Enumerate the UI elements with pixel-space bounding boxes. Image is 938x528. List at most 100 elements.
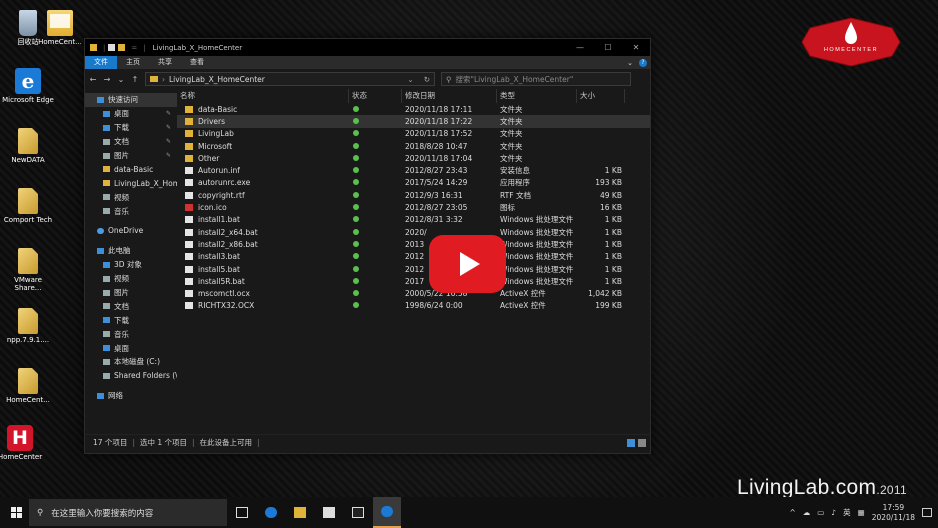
tab-share[interactable]: 共享 [149, 56, 181, 69]
volume-icon[interactable]: ♪ [831, 508, 836, 517]
nav-item-label: 桌面 [114, 343, 129, 353]
expand-ribbon-icon[interactable]: ⌄ [627, 59, 633, 67]
file-row[interactable]: data-Basic 2020/11/18 17:11 文件夹 [177, 103, 650, 115]
clock[interactable]: 17:59 2020/11/18 [872, 503, 915, 523]
refresh-icon[interactable]: ↻ [424, 75, 430, 84]
video-play-button[interactable] [429, 235, 506, 293]
file-row[interactable]: RICHTX32.OCX 1998/6/24 0:00 ActiveX 控件 199 … [177, 300, 650, 312]
edge-icon: e [15, 68, 41, 94]
desktop-icon[interactable]: VMware Share... [2, 248, 54, 292]
file-row[interactable]: icon.ico 2012/8/27 23:05 图标 16 KB [177, 201, 650, 213]
file-row[interactable]: Autorun.inf 2012/8/27 23:43 安装信息 1 KB [177, 164, 650, 176]
nav-item[interactable]: LivingLab_X_Home [85, 176, 177, 190]
file-row[interactable]: Microsoft 2018/8/28 10:47 文件夹 [177, 140, 650, 152]
close-button[interactable]: ✕ [622, 43, 650, 52]
nav-item[interactable]: 文档 ✎ [85, 135, 177, 149]
nav-item[interactable]: 文档 [85, 299, 177, 313]
minimize-button[interactable]: — [566, 43, 594, 52]
desktop-icon[interactable]: H HomeCenter [0, 425, 46, 461]
file-size: 1 KB [604, 252, 622, 262]
nav-item[interactable]: 3D 对象 [85, 258, 177, 272]
address-dropdown-icon[interactable]: ⌄ [407, 75, 413, 84]
start-button[interactable] [4, 501, 28, 525]
nav-item[interactable]: 快速访问 [85, 93, 177, 107]
column-type[interactable]: 类型 [497, 89, 577, 103]
input-language[interactable]: 英 [843, 507, 851, 518]
network-icon[interactable]: ▭ [817, 508, 824, 517]
info-app-icon[interactable] [373, 497, 401, 528]
file-row[interactable]: copyright.rtf 2012/9/3 16:31 RTF 文档 49 KB [177, 189, 650, 201]
nav-item[interactable]: 图片 [85, 286, 177, 300]
file-explorer-icon[interactable] [286, 497, 314, 528]
column-name[interactable]: 名称 [177, 89, 349, 103]
help-icon[interactable]: ? [639, 58, 647, 67]
address-bar[interactable]: › LivingLab_X_HomeCenter ⌄ ↻ [145, 72, 435, 86]
file-row[interactable]: install5.bat 2012 Windows 批处理文件 1 KB [177, 263, 650, 275]
nav-item[interactable]: 视频 [85, 190, 177, 204]
pictures-icon [103, 152, 110, 159]
keyboard-icon[interactable]: ▦ [858, 508, 865, 517]
onedrive-tray-icon[interactable]: ☁ [803, 508, 811, 517]
documents-icon [103, 303, 110, 310]
nav-item[interactable]: 图片 ✎ [85, 149, 177, 163]
file-row[interactable]: LivingLab 2020/11/18 17:52 文件夹 [177, 128, 650, 140]
svg-text:HOMECENTER: HOMECENTER [824, 47, 878, 53]
nav-item[interactable]: OneDrive [85, 224, 177, 238]
file-row[interactable]: install2_x86.bat 2013 Windows 批处理文件 1 KB [177, 238, 650, 250]
desktop-icon[interactable]: HomeCent... [34, 10, 86, 46]
column-date[interactable]: 修改日期 [402, 89, 497, 103]
new-folder-icon[interactable] [118, 44, 126, 51]
file-row[interactable]: mscomctl.ocx 2000/5/22 16:58 ActiveX 控件 1,0… [177, 287, 650, 299]
title-bar: | = | LivingLab_X_HomeCenter — ☐ ✕ [85, 39, 650, 56]
recent-chevron-icon[interactable]: ⌄ [117, 75, 125, 84]
file-name: copyright.rtf [198, 190, 245, 200]
column-size[interactable]: 大小 [577, 89, 625, 103]
file-row[interactable]: autorunrc.exe 2017/5/24 14:29 应用程序 193 KB [177, 177, 650, 189]
maximize-button[interactable]: ☐ [594, 43, 622, 52]
forward-arrow-icon[interactable]: → [103, 75, 111, 84]
properties-icon[interactable] [108, 44, 116, 51]
nav-item[interactable]: 网络 [85, 389, 177, 403]
back-arrow-icon[interactable]: ← [89, 75, 97, 84]
store-icon[interactable] [315, 497, 343, 528]
tab-home[interactable]: 主页 [117, 56, 149, 69]
file-row[interactable]: install1.bat 2012/8/31 3:32 Windows 批处理文件 1… [177, 214, 650, 226]
nav-item[interactable]: 桌面 ✎ [85, 107, 177, 121]
column-status[interactable]: 状态 [349, 89, 402, 103]
taskbar-search-input[interactable]: ⚲ 在这里输入你要搜索的内容 [29, 499, 227, 526]
search-input[interactable]: ⚲ 搜索"LivingLab_X_HomeCenter" [441, 72, 631, 86]
nav-item[interactable]: 音乐 [85, 204, 177, 218]
nav-item[interactable]: 下载 [85, 313, 177, 327]
folder-icon [103, 180, 110, 187]
desktop-icon[interactable]: HomeCent... [2, 368, 54, 404]
desktop-icon[interactable]: NewDATA [2, 128, 54, 164]
mail-icon[interactable] [344, 497, 372, 528]
notification-icon[interactable] [922, 508, 932, 517]
file-row[interactable]: Drivers 2020/11/18 17:22 文件夹 [177, 115, 650, 128]
nav-item[interactable]: 音乐 [85, 327, 177, 341]
desktop-icon[interactable]: Comport Tech [2, 188, 54, 224]
details-view-icon[interactable] [627, 438, 635, 447]
nav-item[interactable]: 本地磁盘 (C:) [85, 355, 177, 369]
file-row[interactable]: install5R.bat 2017 Windows 批处理文件 1 KB [177, 275, 650, 287]
nav-item[interactable]: 此电脑 [85, 244, 177, 258]
edge-icon[interactable] [257, 497, 285, 528]
large-icons-view-icon[interactable] [638, 438, 646, 447]
desktop-icon[interactable]: npp.7.9.1.... [2, 308, 54, 344]
tab-view[interactable]: 查看 [181, 56, 213, 69]
up-arrow-icon[interactable]: ↑ [131, 75, 139, 84]
file-row[interactable]: install2_x64.bat 2020/Windows 批处理文件 1 KB [177, 226, 650, 238]
nav-item[interactable]: Shared Folders (\\v [85, 369, 177, 383]
nav-item[interactable]: 视频 [85, 272, 177, 286]
tray-expand-icon[interactable]: ^ [789, 508, 795, 517]
file-row[interactable]: Other 2020/11/18 17:04 文件夹 [177, 152, 650, 164]
network-drive-icon [103, 372, 110, 379]
desktop-icon[interactable]: e Microsoft Edge [2, 68, 54, 104]
task-view-icon[interactable] [228, 497, 256, 528]
tab-file[interactable]: 文件 [85, 56, 117, 69]
nav-item[interactable]: data-Basic [85, 162, 177, 176]
nav-item[interactable]: 桌面 [85, 341, 177, 355]
file-name: Other [198, 153, 220, 163]
nav-item[interactable]: 下载 ✎ [85, 121, 177, 135]
file-row[interactable]: install3.bat 2012 Windows 批处理文件 1 KB [177, 251, 650, 263]
